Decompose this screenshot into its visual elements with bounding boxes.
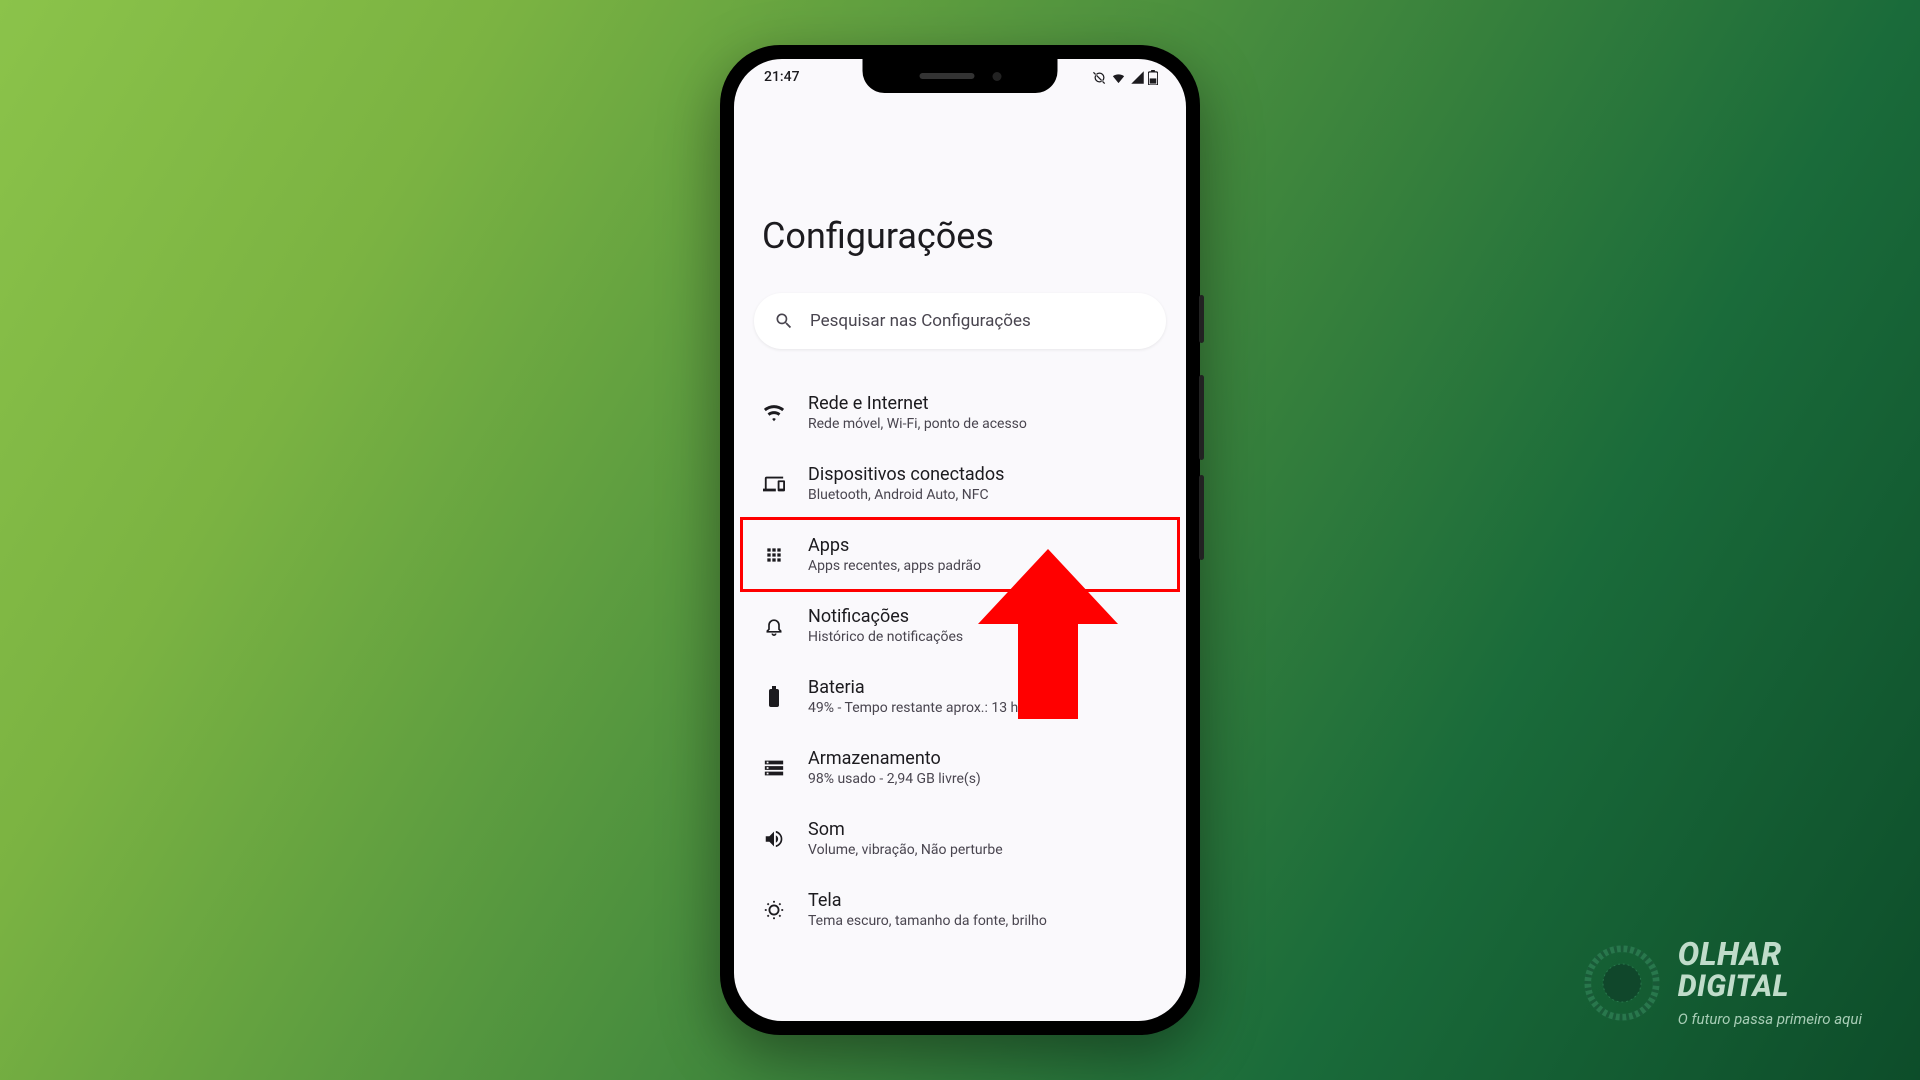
setting-subtitle: Histórico de notificações [808,629,963,645]
setting-title: Som [808,819,1003,840]
setting-subtitle: Volume, vibração, Não perturbe [808,842,1003,858]
search-input[interactable]: Pesquisar nas Configurações [754,293,1166,349]
bell-icon [762,615,786,637]
page-title: Configurações [762,215,1166,257]
phone-notch [863,59,1058,93]
setting-title: Bateria [808,677,1075,698]
setting-title: Apps [808,535,981,556]
setting-title: Armazenamento [808,748,981,769]
devices-icon [762,473,786,495]
setting-subtitle: Bluetooth, Android Auto, NFC [808,487,1004,503]
setting-subtitle: 49% - Tempo restante aprox.: 13 h e 28 m… [808,700,1075,716]
setting-subtitle: Rede móvel, Wi-Fi, ponto de acesso [808,416,1027,432]
setting-subtitle: Apps recentes, apps padrão [808,558,981,574]
brightness-icon [762,899,786,921]
settings-item-display[interactable]: Tela Tema escuro, tamanho da fonte, bril… [754,874,1166,945]
battery-icon [762,686,786,708]
settings-item-network[interactable]: Rede e Internet Rede móvel, Wi-Fi, ponto… [754,377,1166,448]
settings-item-storage[interactable]: Armazenamento 98% usado - 2,94 GB livre(… [754,732,1166,803]
phone-side-button [1199,295,1204,343]
settings-item-notifications[interactable]: Notificações Histórico de notificações [754,590,1166,661]
wifi-icon [1110,70,1127,85]
phone-mockup: 21:47 Configurações Pesquisar nas Config… [720,45,1200,1035]
phone-side-button [1199,475,1204,560]
watermark-logo: OLHAR DIGITAL O futuro passa primeiro aq… [1584,939,1862,1028]
setting-subtitle: 98% usado - 2,94 GB livre(s) [808,771,981,787]
settings-item-battery[interactable]: Bateria 49% - Tempo restante aprox.: 13 … [754,661,1166,732]
battery-icon [1148,70,1158,85]
setting-title: Dispositivos conectados [808,464,1004,485]
storage-icon [762,757,786,779]
watermark-circle-icon [1584,945,1660,1021]
watermark-brand-line2: DIGITAL [1678,969,1862,1004]
search-icon [774,311,794,331]
setting-subtitle: Tema escuro, tamanho da fonte, brilho [808,913,1047,929]
status-time: 21:47 [762,69,800,85]
wifi-icon [762,402,786,424]
phone-side-button [1199,375,1204,460]
signal-icon [1130,70,1145,85]
watermark-brand-line1: OLHAR [1678,939,1862,969]
alarm-off-icon [1092,70,1107,85]
status-icons [1092,70,1158,85]
setting-title: Notificações [808,606,963,627]
setting-title: Tela [808,890,1047,911]
sound-icon [762,828,786,850]
search-placeholder: Pesquisar nas Configurações [810,311,1031,331]
settings-item-sound[interactable]: Som Volume, vibração, Não perturbe [754,803,1166,874]
settings-item-devices[interactable]: Dispositivos conectados Bluetooth, Andro… [754,448,1166,519]
apps-icon [762,545,786,565]
setting-title: Rede e Internet [808,393,1027,414]
settings-item-apps[interactable]: Apps Apps recentes, apps padrão [754,519,1166,590]
watermark-tagline: O futuro passa primeiro aqui [1678,1010,1862,1028]
phone-screen: 21:47 Configurações Pesquisar nas Config… [734,59,1186,1021]
